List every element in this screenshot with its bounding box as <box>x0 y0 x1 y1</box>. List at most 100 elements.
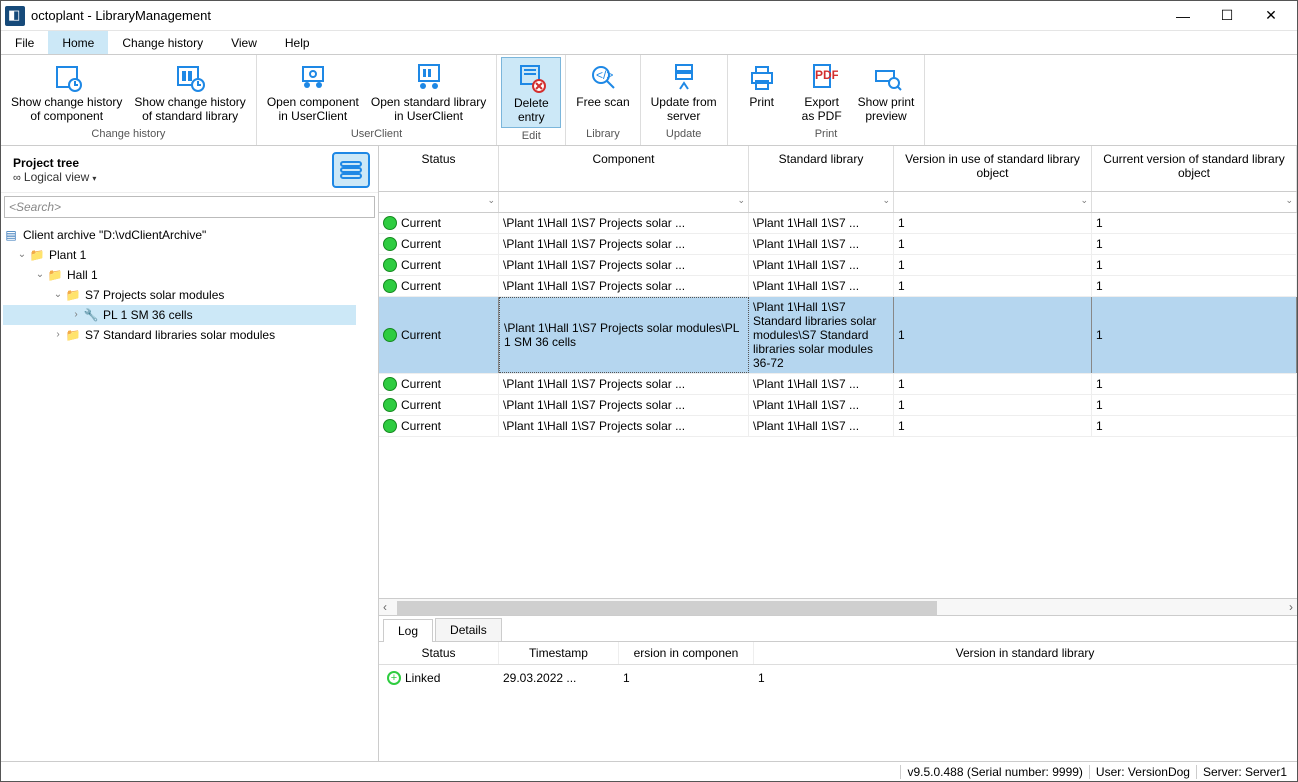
logical-view-toggle[interactable]: ∞ Logical view ▾ <box>13 170 332 184</box>
close-button[interactable]: ✕ <box>1249 2 1293 30</box>
open-component-icon <box>297 61 329 93</box>
svg-text:PDF: PDF <box>815 68 838 82</box>
menu-file[interactable]: File <box>1 31 48 54</box>
log-col-timestamp[interactable]: Timestamp <box>499 642 619 664</box>
open-stdlib-button[interactable]: Open standard library in UserClient <box>365 57 492 126</box>
horizontal-scrollbar[interactable]: ‹ › <box>379 598 1297 616</box>
ribbon-group-change-history: Show change history of component Show ch… <box>1 55 257 145</box>
table-row[interactable]: Current\Plant 1\Hall 1\S7 Projects solar… <box>379 374 1297 395</box>
print-preview-button[interactable]: Show print preview <box>852 57 921 126</box>
folder-icon: 📁 <box>65 327 81 343</box>
ribbon-group-print: Print PDF Export as PDF Show print previ… <box>728 55 926 145</box>
ribbon-group-label: Library <box>586 126 620 143</box>
chevron-down-icon[interactable]: ⌄ <box>33 269 47 280</box>
col-current-version[interactable]: Current version of standard library obje… <box>1092 146 1297 191</box>
col-status[interactable]: Status <box>379 146 499 191</box>
table-row[interactable]: Current\Plant 1\Hall 1\S7 Projects solar… <box>379 395 1297 416</box>
linked-icon: + <box>387 671 401 685</box>
table-row[interactable]: Current\Plant 1\Hall 1\S7 Projects solar… <box>379 297 1297 374</box>
tree-stdlib[interactable]: › 📁 S7 Standard libraries solar modules <box>3 325 376 345</box>
table-row[interactable]: Current\Plant 1\Hall 1\S7 Projects solar… <box>379 416 1297 437</box>
delete-icon <box>515 62 547 94</box>
status-dot-icon <box>383 258 397 272</box>
menu-home[interactable]: Home <box>48 31 108 54</box>
chevron-down-icon: ⌄ <box>737 195 745 206</box>
filter-stdlib[interactable]: ⌄ <box>749 192 894 212</box>
tree-projects[interactable]: ⌄ 📁 S7 Projects solar modules <box>3 285 376 305</box>
view-toggle-button[interactable] <box>332 152 370 188</box>
col-component[interactable]: Component <box>499 146 749 191</box>
history-stdlib-icon <box>174 61 206 93</box>
statusbar: v9.5.0.488 (Serial number: 9999) User: V… <box>1 761 1297 781</box>
history-component-icon <box>51 61 83 93</box>
status-dot-icon <box>383 398 397 412</box>
tree-archive[interactable]: ▤ Client archive "D:\vdClientArchive" <box>3 225 376 245</box>
chevron-down-icon: ⌄ <box>882 195 890 206</box>
col-version-in-use[interactable]: Version in use of standard library objec… <box>894 146 1092 191</box>
project-tree-title: Project tree <box>13 156 332 170</box>
titlebar: octoplant - LibraryManagement ― ☐ ✕ <box>1 1 1297 31</box>
ribbon: Show change history of component Show ch… <box>1 55 1297 146</box>
col-stdlib[interactable]: Standard library <box>749 146 894 191</box>
app-window: octoplant - LibraryManagement ― ☐ ✕ File… <box>0 0 1298 782</box>
log-col-version-component[interactable]: ersion in componen <box>619 642 754 664</box>
tab-details[interactable]: Details <box>435 618 502 641</box>
open-component-button[interactable]: Open component in UserClient <box>261 57 365 126</box>
minimize-button[interactable]: ― <box>1161 2 1205 30</box>
log-col-version-stdlib[interactable]: Version in standard library <box>754 642 1297 664</box>
filter-v2[interactable]: ⌄ <box>1092 192 1297 212</box>
bottom-tabs: Log Details <box>379 616 1297 642</box>
filter-row: ⌄ ⌄ ⌄ ⌄ ⌄ <box>379 192 1297 213</box>
table-row[interactable]: Current\Plant 1\Hall 1\S7 Projects solar… <box>379 276 1297 297</box>
tree-hall[interactable]: ⌄ 📁 Hall 1 <box>3 265 376 285</box>
log-col-status[interactable]: Status <box>379 642 499 664</box>
folder-icon: 📁 <box>47 267 63 283</box>
ribbon-group-label: Print <box>815 126 838 143</box>
scroll-left-icon[interactable]: ‹ <box>383 600 387 614</box>
ribbon-group-edit: Delete entry Edit <box>497 55 566 145</box>
status-server: Server: Server1 <box>1196 765 1293 779</box>
filter-status[interactable]: ⌄ <box>379 192 499 212</box>
grid-header: Status Component Standard library Versio… <box>379 146 1297 192</box>
free-scan-button[interactable]: </> Free scan <box>570 57 635 126</box>
maximize-button[interactable]: ☐ <box>1205 2 1249 30</box>
sidebar-header: Project tree ∞ Logical view ▾ <box>1 146 378 193</box>
print-button[interactable]: Print <box>732 57 792 126</box>
table-row[interactable]: Current\Plant 1\Hall 1\S7 Projects solar… <box>379 234 1297 255</box>
folder-icon: 📁 <box>29 247 45 263</box>
filter-v1[interactable]: ⌄ <box>894 192 1092 212</box>
tree-pl-selected[interactable]: › 🔧 PL 1 SM 36 cells <box>3 305 356 325</box>
show-change-history-component-button[interactable]: Show change history of component <box>5 57 128 126</box>
folder-icon: 📁 <box>65 287 81 303</box>
table-row[interactable]: Current\Plant 1\Hall 1\S7 Projects solar… <box>379 255 1297 276</box>
tab-log[interactable]: Log <box>383 619 433 642</box>
export-pdf-button[interactable]: PDF Export as PDF <box>792 57 852 126</box>
main-area: Project tree ∞ Logical view ▾ <Search> ▤… <box>1 146 1297 761</box>
filter-component[interactable]: ⌄ <box>499 192 749 212</box>
scan-icon: </> <box>587 61 619 93</box>
scrollbar-thumb[interactable] <box>397 601 937 615</box>
table-row[interactable]: Current\Plant 1\Hall 1\S7 Projects solar… <box>379 213 1297 234</box>
window-title: octoplant - LibraryManagement <box>31 8 1161 23</box>
chevron-right-icon[interactable]: › <box>69 309 83 320</box>
status-version: v9.5.0.488 (Serial number: 9999) <box>900 765 1088 779</box>
chevron-down-icon: ⌄ <box>1080 195 1088 206</box>
delete-entry-button[interactable]: Delete entry <box>501 57 561 128</box>
chevron-down-icon[interactable]: ⌄ <box>15 249 29 260</box>
menu-change-history[interactable]: Change history <box>108 31 217 54</box>
project-tree: ▤ Client archive "D:\vdClientArchive" ⌄ … <box>1 221 378 761</box>
menu-help[interactable]: Help <box>271 31 324 54</box>
scroll-right-icon[interactable]: › <box>1289 600 1293 614</box>
sidebar: Project tree ∞ Logical view ▾ <Search> ▤… <box>1 146 379 761</box>
status-dot-icon <box>383 328 397 342</box>
chevron-right-icon[interactable]: › <box>51 329 65 340</box>
update-from-server-button[interactable]: Update from server <box>645 57 723 126</box>
archive-icon: ▤ <box>3 227 19 243</box>
log-row[interactable]: +Linked 29.03.2022 ... 1 1 <box>379 665 1297 691</box>
search-input[interactable]: <Search> <box>4 196 375 218</box>
show-change-history-stdlib-button[interactable]: Show change history of standard library <box>128 57 251 126</box>
tree-plant[interactable]: ⌄ 📁 Plant 1 <box>3 245 376 265</box>
log-header: Status Timestamp ersion in componen Vers… <box>379 642 1297 665</box>
chevron-down-icon[interactable]: ⌄ <box>51 289 65 300</box>
menu-view[interactable]: View <box>217 31 271 54</box>
